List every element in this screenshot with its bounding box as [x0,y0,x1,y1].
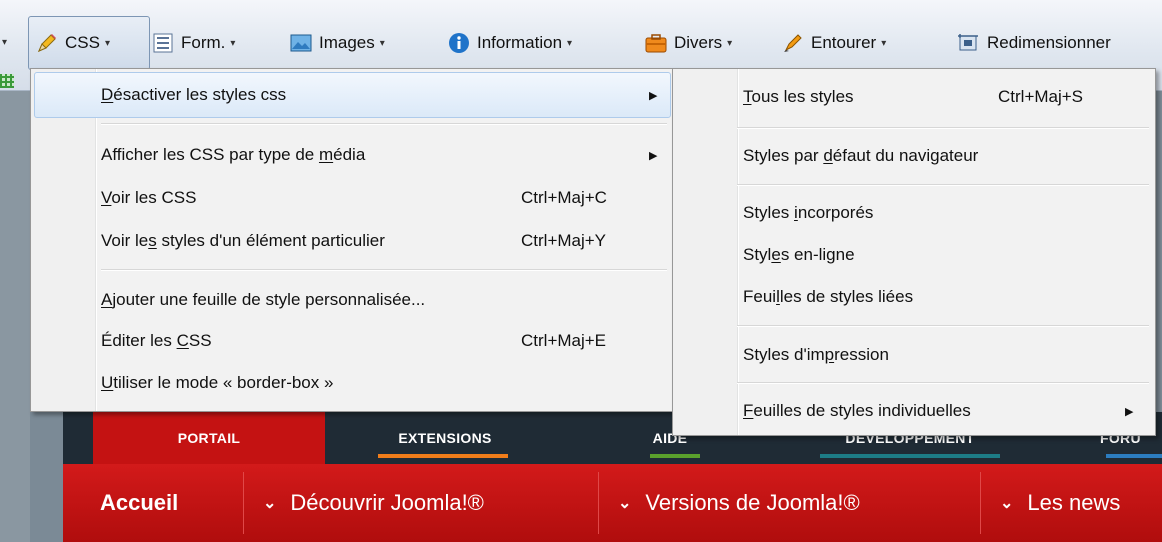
menu-item-label: Utiliser le mode « border-box » [101,373,334,392]
site-menu-versions[interactable]: ⌄ Versions de Joomla!® [618,464,860,542]
site-menu-news[interactable]: ⌄ Les news [1000,464,1120,542]
menu-separator [737,325,1149,327]
submenu-arrow-icon: ▶ [1125,405,1134,418]
menu-item-label: Feuilles de styles individuelles [743,401,971,420]
submenu-item-styles-incorpores[interactable]: Styles incorporés [743,193,1148,233]
submenu-arrow-icon: ▶ [649,89,658,102]
menu-item-voir-css[interactable]: Voir les CSS Ctrl+Maj+C [101,178,671,218]
site-tab-label: EXTENSIONS [398,430,492,446]
site-menu-label: Les news [1027,490,1121,515]
menu-item-label: Ajouter une feuille de style personnalis… [101,290,426,309]
css-dropdown-menu: Désactiver les styles css ▶ Afficher les… [30,68,675,412]
menu-item-voir-styles-element[interactable]: Voir les styles d'un élément particulier… [101,221,671,261]
menu-item-shortcut: Ctrl+Maj+S [998,87,1084,106]
toolbar-entourer-button[interactable]: Entourer ▾ [782,18,886,68]
menu-icon-gutter [31,69,96,411]
menu-separator [101,123,667,125]
menu-item-label: Afficher les CSS par type de média [101,145,366,164]
tab-underline [378,454,508,458]
menu-separator [737,382,1149,384]
menu-separator [737,127,1149,129]
site-tab-label: PORTAIL [177,430,241,446]
menu-separator [101,269,667,271]
menu-divider [980,472,981,534]
site-tab-portail[interactable]: PORTAIL [93,412,325,464]
toolbar-redimensionner-button[interactable]: Redimensionner [958,18,1111,68]
toolbar-entourer-label: Entourer [811,33,877,52]
menu-item-label: Voir les styles d'un élément particulier [101,231,385,250]
submenu-item-tous-styles[interactable]: Tous les styles Ctrl+Maj+S [743,77,1148,117]
site-main-menu [63,464,1162,542]
menu-item-label: Tous les styles [743,87,854,106]
menu-item-css-par-media[interactable]: Afficher les CSS par type de média ▶ [101,135,671,175]
menu-item-label: Styles en-ligne [743,245,855,264]
toolbar-row: CSS ▾ Form. ▾ Images ▾ Information ▾ Div… [0,18,1162,68]
chevron-down-icon: ▾ [727,37,733,49]
form-icon [152,32,174,54]
site-menu-accueil[interactable]: Accueil [100,464,178,542]
menu-icon-gutter [673,69,738,435]
toolbar-css-label: CSS [65,33,100,52]
info-icon [448,32,470,54]
menu-item-label: Désactiver les styles css [101,85,287,104]
resize-icon [958,32,980,54]
submenu-item-styles-en-ligne[interactable]: Styles en-ligne [743,235,1148,275]
menu-item-label: Éditer les CSS [101,331,212,350]
toolbar-information-button[interactable]: Information ▾ [448,18,572,68]
toolbar-css-button[interactable]: CSS ▾ [36,18,110,68]
submenu-item-feuilles-individuelles[interactable]: Feuilles de styles individuelles ▶ [743,391,1148,431]
menu-item-label: Styles d'impression [743,345,889,364]
tab-underline [1106,454,1162,458]
chevron-down-icon: ▾ [881,37,887,49]
menu-divider [598,472,599,534]
menu-item-desactiver-styles[interactable]: Désactiver les styles css ▶ [101,75,671,115]
submenu-item-styles-impression[interactable]: Styles d'impression [743,335,1148,375]
image-icon [290,32,312,54]
styles-submenu: Tous les styles Ctrl+Maj+S Styles par dé… [672,68,1156,436]
menu-item-label: Feuilles de styles liées [743,287,914,306]
chevron-down-icon: ▾ [104,37,110,49]
grid-icon [0,74,14,88]
chevron-down-icon: ⌄ [1000,495,1014,512]
menu-divider [243,472,244,534]
menu-item-shortcut: Ctrl+Maj+E [521,331,607,350]
menu-item-border-box[interactable]: Utiliser le mode « border-box » [101,363,671,403]
toolbar-information-label: Information [477,33,563,52]
menu-item-label: Styles incorporés [743,203,874,222]
submenu-arrow-icon: ▶ [649,149,658,162]
briefcase-icon [645,32,667,54]
menu-separator [737,184,1149,186]
toolbar-divers-label: Divers [674,33,723,52]
toolbar-redimensionner-label: Redimensionner [987,33,1111,52]
marker-icon [782,32,804,54]
chevron-down-icon: ⌄ [618,495,632,512]
menu-item-shortcut: Ctrl+Maj+Y [521,231,607,250]
toolbar-divers-button[interactable]: Divers ▾ [645,18,732,68]
tab-underline [650,454,700,458]
site-menu-label: Versions de Joomla!® [645,490,860,515]
toolbar-form-label: Form. [181,33,226,52]
site-tab-extensions[interactable]: EXTENSIONS [360,412,530,464]
chevron-down-icon: ▾ [379,37,385,49]
chevron-down-icon: ⌄ [263,495,277,512]
site-menu-decouvrir[interactable]: ⌄ Découvrir Joomla!® [263,464,484,542]
chevron-down-icon: ▾ [567,37,573,49]
pencil-icon [36,32,58,54]
menu-item-shortcut: Ctrl+Maj+C [521,188,607,207]
tab-underline [820,454,1000,458]
submenu-item-feuilles-liees[interactable]: Feuilles de styles liées [743,277,1148,317]
menu-item-label: Voir les CSS [101,188,197,207]
toolbar-images-label: Images [319,33,375,52]
menu-item-editer-css[interactable]: Éditer les CSS Ctrl+Maj+E [101,321,671,361]
toolbar-images-button[interactable]: Images ▾ [290,18,385,68]
chevron-down-icon: ▾ [230,37,236,49]
site-menu-label: Accueil [100,490,179,515]
site-menu-label: Découvrir Joomla!® [290,490,484,515]
page-left-strip [0,91,30,542]
submenu-item-styles-defaut[interactable]: Styles par défaut du navigateur [743,136,1148,176]
menu-item-label: Styles par défaut du navigateur [743,146,979,165]
menu-item-ajouter-feuille[interactable]: Ajouter une feuille de style personnalis… [101,280,671,320]
toolbar-form-button[interactable]: Form. ▾ [152,18,235,68]
